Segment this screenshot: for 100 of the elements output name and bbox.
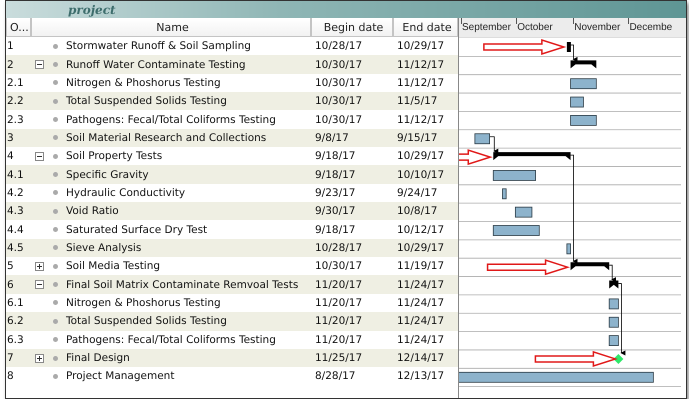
task-name: Project Management (66, 370, 174, 382)
begin-date: 11/20/17 (314, 296, 364, 309)
row-number: 4.4 (6, 224, 25, 236)
task-bar[interactable] (514, 206, 532, 218)
task-bar[interactable] (459, 372, 654, 383)
begin-date: 8/28/17 (314, 370, 356, 382)
milestone-icon[interactable] (613, 354, 624, 364)
collapse-button[interactable] (35, 152, 44, 161)
task-bar[interactable] (608, 298, 619, 310)
collapse-button[interactable] (35, 60, 44, 70)
row-number: 3 (6, 132, 15, 144)
begin-date: 10/30/17 (314, 260, 364, 272)
begin-date: 11/25/17 (314, 352, 364, 364)
row-number: 2.3 (6, 114, 25, 126)
row-number: 6.1 (6, 296, 25, 309)
plus-icon (36, 262, 43, 270)
summary-bar[interactable] (570, 60, 596, 68)
collapse-button[interactable] (35, 280, 44, 290)
expand-button[interactable] (35, 354, 44, 363)
begin-date: 10/28/17 (314, 242, 364, 254)
banner-title: project (68, 4, 116, 16)
task-name: Final Design (66, 352, 130, 364)
bullet-icon (53, 80, 58, 86)
begin-date: 10/30/17 (314, 114, 364, 126)
end-date: 11/12/17 (396, 76, 446, 89)
row-number: 6 (6, 278, 15, 291)
task-bar[interactable] (566, 243, 571, 254)
task-name: Soil Property Tests (66, 150, 162, 162)
task-bar[interactable] (492, 170, 536, 181)
row-number: 2.2 (6, 95, 25, 108)
task-bar[interactable] (608, 335, 619, 346)
bullet-icon (53, 98, 58, 104)
task-bar[interactable] (608, 316, 619, 328)
task-bar[interactable] (570, 115, 597, 126)
task-name: Runoff Water Contaminate Testing (66, 58, 246, 71)
expand-button[interactable] (35, 262, 44, 271)
bullet-icon (53, 318, 58, 324)
task-bar[interactable] (502, 188, 507, 200)
begin-date: 9/23/17 (314, 186, 356, 199)
task-bar[interactable] (474, 133, 490, 144)
begin-date: 9/30/17 (314, 205, 356, 218)
begin-date: 11/20/17 (314, 278, 364, 291)
bullet-icon (53, 154, 58, 159)
task-name: Void Ratio (66, 205, 119, 218)
task-name: Saturated Surface Dry Test (66, 224, 208, 236)
bullet-icon (53, 190, 58, 196)
bullet-icon (53, 135, 58, 140)
task-name: Nitrogen & Phoshorus Testing (66, 76, 221, 89)
row-number: 2.1 (6, 76, 25, 89)
column-header[interactable]: O... (6, 18, 31, 37)
column-header[interactable]: Begin date (311, 18, 393, 37)
begin-date: 9/8/17 (314, 132, 350, 144)
bullet-icon (53, 44, 58, 49)
begin-date: 11/20/17 (314, 334, 364, 346)
begin-date: 10/30/17 (314, 58, 364, 71)
row-number: 6.2 (6, 315, 25, 328)
row-number: 4.1 (6, 168, 25, 181)
end-date: 11/12/17 (396, 114, 446, 126)
end-date: 10/12/17 (396, 224, 446, 236)
begin-date: 10/30/17 (314, 95, 364, 108)
end-date: 10/29/17 (396, 150, 446, 162)
end-date: 11/24/17 (396, 296, 446, 309)
row-number: 7 (6, 352, 15, 364)
column-header[interactable]: Name (31, 18, 311, 37)
end-date: 9/15/17 (396, 132, 438, 144)
begin-date: 10/28/17 (314, 40, 364, 52)
month-label: Decembe (629, 22, 672, 33)
end-date: 11/5/17 (396, 95, 438, 108)
end-date: 12/14/17 (396, 352, 446, 364)
summary-bar[interactable] (609, 280, 618, 289)
row-number: 5 (6, 260, 15, 272)
task-name: Hydraulic Conductivity (66, 186, 186, 199)
summary-bar[interactable] (493, 152, 571, 160)
row-number: 1 (6, 40, 15, 52)
summary-bar[interactable] (570, 262, 610, 270)
column-header[interactable]: End date (393, 18, 458, 37)
task-name: Total Suspended Solids Testing (66, 95, 227, 108)
begin-date: 9/18/17 (314, 224, 356, 236)
task-name: Soil Material Research and Collections (66, 132, 266, 144)
end-date: 11/12/17 (396, 58, 446, 71)
task-name: Stormwater Runoff & Soil Sampling (66, 40, 251, 52)
task-bar[interactable] (566, 42, 571, 52)
plus-icon (36, 354, 43, 362)
end-date: 12/13/17 (396, 370, 446, 382)
task-name: Pathogens: Fecal/Total Coliforms Testing (66, 114, 276, 126)
month-label: November (574, 22, 620, 33)
bullet-icon (53, 356, 58, 361)
task-name: Sieve Analysis (66, 242, 142, 254)
task-name: Soil Media Testing (66, 260, 160, 272)
end-date: 11/24/17 (396, 278, 446, 291)
bullet-icon (53, 300, 58, 306)
row-number: 8 (6, 370, 15, 382)
bullet-icon (53, 337, 58, 342)
end-date: 10/8/17 (396, 205, 438, 218)
task-bar[interactable] (570, 78, 597, 90)
end-date: 10/29/17 (396, 40, 446, 52)
end-date: 11/24/17 (396, 315, 446, 328)
row-number: 4.2 (6, 186, 25, 199)
begin-date: 11/20/17 (314, 315, 364, 328)
bullet-icon (53, 264, 58, 269)
